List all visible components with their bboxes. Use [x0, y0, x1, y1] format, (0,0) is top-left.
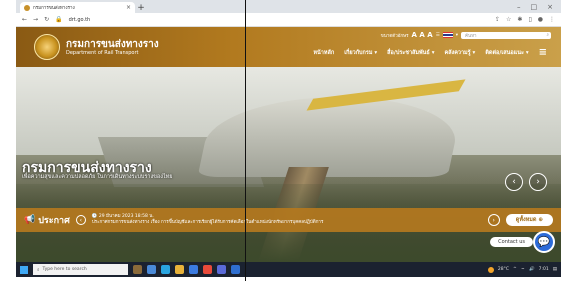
- clock[interactable]: 7:01: [539, 267, 549, 272]
- taskbar-app-icon[interactable]: [133, 265, 142, 274]
- drt-logo[interactable]: [34, 34, 60, 60]
- tray-up-icon[interactable]: ^: [513, 267, 517, 272]
- nav-about[interactable]: เกี่ยวกับกรม ▾: [344, 49, 377, 57]
- nav-media-label: สื่อ/ประชาสัมพันธ์: [387, 49, 430, 56]
- tab-close-icon[interactable]: ×: [126, 4, 131, 11]
- browser-tabbar: กรมการขนส่งทางราง × + – □ ×: [16, 0, 561, 13]
- nav-contact[interactable]: ติดต่อ/เสนอแนะ ▾: [485, 49, 528, 57]
- nav-media[interactable]: สื่อ/ประชาสัมพันธ์ ▾: [387, 49, 434, 57]
- windows-taskbar: ⌕ Type here to search 28°C ^ ⌔ 🔊 7:01 ▤: [16, 262, 561, 277]
- file-explorer-icon[interactable]: [175, 265, 184, 274]
- slide-next-button[interactable]: ›: [529, 173, 547, 191]
- search-placeholder: ค้นหา: [465, 33, 477, 39]
- windows-start-icon[interactable]: [20, 265, 28, 274]
- news-title: ประกาศกรมการขนส่งทางราง เรื่อง การขึ้นบั…: [91, 220, 324, 225]
- task-view-icon[interactable]: [147, 265, 156, 274]
- announcement-label: 📢 ประกาศ: [24, 213, 70, 227]
- slide-prev-button[interactable]: ‹: [505, 173, 523, 191]
- news-item[interactable]: 🕓 29 มีนาคม 2023 18:58 น. ประกาศกรมการขน…: [92, 214, 482, 226]
- volume-icon[interactable]: 🔊: [529, 267, 535, 272]
- nav-knowledge[interactable]: คลังความรู้ ▾: [444, 49, 475, 57]
- font-size-label: ขนาดตัวอักษร: [380, 33, 409, 39]
- nav-home[interactable]: หน้าหลัก: [313, 49, 334, 57]
- view-all-label: ดูทั้งหมด: [515, 217, 537, 223]
- star-icon[interactable]: ☆: [506, 16, 511, 23]
- announcement-label-text: ประกาศ: [38, 216, 70, 226]
- language-chevron-icon[interactable]: ▾: [456, 33, 458, 38]
- mail-icon[interactable]: [189, 265, 198, 274]
- extensions-icon[interactable]: ✱: [517, 16, 522, 23]
- lock-icon[interactable]: 🔒: [55, 16, 62, 23]
- teams-icon[interactable]: [217, 265, 226, 274]
- browser-tab[interactable]: กรมการขนส่งทางราง ×: [20, 2, 135, 13]
- announcement-bar: 📢 ประกาศ ‹ 🕓 29 มีนาคม 2023 18:58 น. ประ…: [16, 208, 561, 232]
- search-input[interactable]: ค้นหา ⌕: [461, 31, 551, 39]
- profile-icon[interactable]: ●: [538, 16, 543, 23]
- favicon-icon: [24, 4, 30, 11]
- search-icon[interactable]: ⌕: [546, 32, 549, 38]
- news-prev-button[interactable]: ‹: [75, 215, 86, 225]
- nav-contact-label: ติดต่อ/เสนอแนะ: [485, 49, 524, 56]
- chat-icon[interactable]: 💬: [533, 231, 555, 253]
- slide-navigation: ‹ ›: [505, 173, 547, 191]
- word-icon[interactable]: [231, 265, 240, 274]
- weather-icon[interactable]: [487, 266, 494, 273]
- edge-icon[interactable]: [161, 265, 170, 274]
- utility-bar: ขนาดตัวอักษร A A A ☰ ▾ ค้นหา ⌕: [381, 31, 551, 39]
- main-nav: หน้าหลัก เกี่ยวกับกรม ▾ สื่อ/ประชาสัมพัน…: [313, 47, 547, 58]
- system-tray: 28°C ^ ⌔ 🔊 7:01 ▤: [487, 266, 557, 273]
- site-header: กรมการขนส่งทางราง Department of Rail Tra…: [16, 27, 561, 67]
- taskbar-search-placeholder: Type here to search: [42, 267, 87, 272]
- font-size-buttons[interactable]: A A A: [412, 31, 433, 39]
- taskbar-search-icon: ⌕: [37, 267, 40, 273]
- thai-flag-icon[interactable]: [442, 32, 453, 38]
- address-actions: ⇪ ☆ ✱ ▯ ● ⋮: [495, 16, 555, 23]
- weather-text[interactable]: 28°C: [498, 267, 509, 272]
- tab-title: กรมการขนส่งทางราง: [33, 6, 75, 11]
- close-window-button[interactable]: ×: [547, 3, 553, 11]
- window-controls: – □ ×: [517, 3, 561, 11]
- back-icon[interactable]: ←: [22, 16, 27, 23]
- news-next-button[interactable]: ›: [487, 214, 500, 226]
- view-all-button[interactable]: ดูทั้งหมด ⊕: [505, 214, 553, 226]
- hamburger-menu-icon[interactable]: ≡: [539, 47, 547, 58]
- minimize-button[interactable]: –: [517, 3, 521, 11]
- reload-icon[interactable]: ↻: [44, 16, 49, 23]
- megaphone-icon: 📢: [24, 215, 36, 225]
- nav-knowledge-label: คลังความรู้: [444, 49, 471, 56]
- vertical-divider-line: [245, 0, 246, 281]
- notification-icon[interactable]: ▤: [553, 267, 557, 272]
- site-subtitle: Department of Rail Transport: [66, 50, 139, 56]
- share-icon[interactable]: ⇪: [495, 16, 500, 23]
- url-input[interactable]: drt.go.th: [69, 17, 489, 23]
- chrome-icon[interactable]: [203, 265, 212, 274]
- hero-subtitle: เพื่อความสุขและความปลอดภัย ในการเดินทางร…: [22, 174, 173, 180]
- news-date-text: 29 มีนาคม 2023 18:58 น.: [98, 214, 154, 219]
- menu-icon[interactable]: ⋮: [549, 16, 555, 23]
- new-tab-button[interactable]: +: [135, 2, 147, 13]
- contrast-icon[interactable]: ☰: [436, 33, 440, 38]
- nav-about-label: เกี่ยวกับกรม: [344, 49, 373, 56]
- taskbar-search-input[interactable]: ⌕ Type here to search: [33, 264, 128, 275]
- address-bar: ← → ↻ 🔒 drt.go.th ⇪ ☆ ✱ ▯ ● ⋮: [16, 13, 561, 27]
- forward-icon[interactable]: →: [33, 16, 38, 23]
- network-icon[interactable]: ⌔: [521, 267, 525, 273]
- sidebar-icon[interactable]: ▯: [528, 16, 531, 23]
- contact-us-button[interactable]: Contact us: [490, 237, 533, 247]
- maximize-button[interactable]: □: [531, 3, 538, 11]
- hero-banner: กรมการขนส่งทางราง เพื่อความสุขและความปลอ…: [16, 67, 561, 262]
